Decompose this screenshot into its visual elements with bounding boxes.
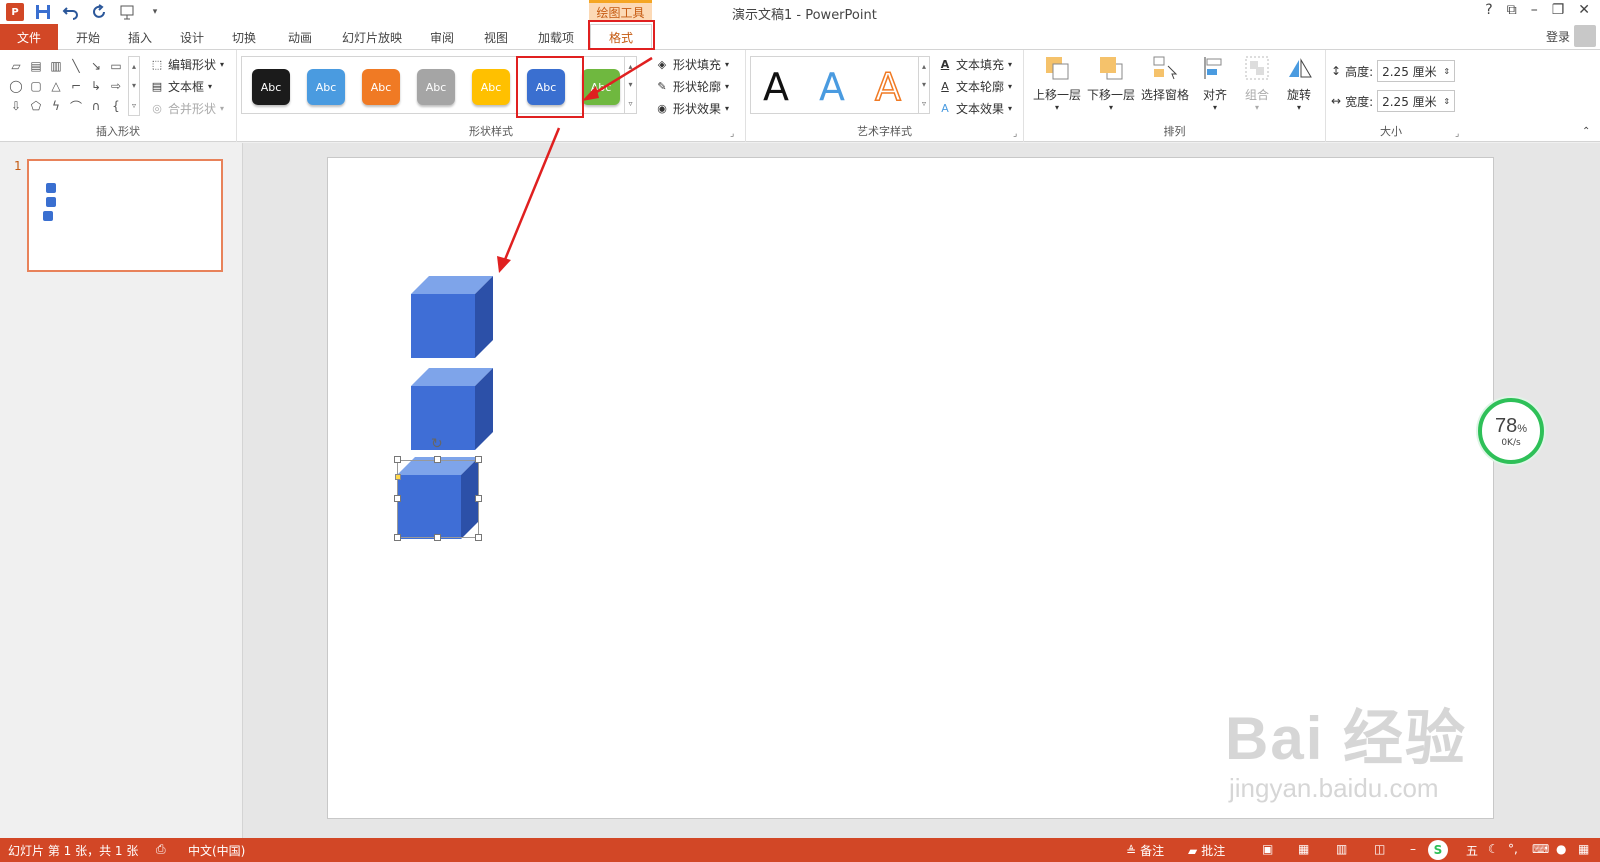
- user-icon[interactable]: ●: [1556, 842, 1566, 856]
- notes-button[interactable]: ≜ 备注: [1126, 842, 1164, 859]
- notes-icon: ≜: [1126, 843, 1137, 858]
- slideshow-view-icon[interactable]: ◫: [1374, 842, 1385, 856]
- net-percent: 78: [1494, 414, 1518, 437]
- language-indicator[interactable]: 中文(中国): [188, 842, 245, 859]
- network-speed-widget[interactable]: 78% 0K/s: [1478, 398, 1544, 464]
- comments-button[interactable]: ▰ 批注: [1188, 842, 1225, 859]
- powerpoint-window: P ▾ 绘图工具 演示文稿1 - PowerPoint ? ⧉ – ❐ ✕ 文件…: [0, 0, 1600, 862]
- status-bar: 幻灯片 第 1 张，共 1 张 ⎙ 中文(中国) ≜ 备注 ▰ 批注 ▣ ▦ ▥ ◫…: [0, 838, 1600, 862]
- net-speed: 0K/s: [1501, 437, 1521, 448]
- ime-logo-icon[interactable]: S: [1428, 840, 1448, 860]
- reading-view-icon[interactable]: ▥: [1336, 842, 1347, 856]
- grid-menu-icon[interactable]: ▦: [1578, 842, 1589, 856]
- punctuation-icon[interactable]: °,: [1508, 842, 1518, 856]
- arrow-to-style: [589, 56, 653, 98]
- keyboard-icon[interactable]: ⌨: [1532, 842, 1549, 856]
- arrow-to-cube: [502, 127, 561, 263]
- watermark-url: jingyan.baidu.com: [1229, 773, 1439, 803]
- watermark-brand: Bai 经验: [1225, 705, 1468, 772]
- ime-mode[interactable]: 五: [1466, 842, 1478, 859]
- notes-label: 备注: [1140, 844, 1165, 858]
- zoom-out-icon[interactable]: –: [1410, 842, 1416, 856]
- comments-label: 批注: [1201, 844, 1226, 858]
- arrowhead-icon: [582, 86, 599, 101]
- normal-view-icon[interactable]: ▣: [1262, 842, 1273, 856]
- arrowhead-icon: [497, 256, 511, 273]
- comment-icon: ▰: [1188, 843, 1198, 858]
- moon-icon[interactable]: ☾: [1488, 842, 1499, 856]
- baidu-watermark: Bai 经验 jingyan.baidu.com: [1225, 690, 1467, 804]
- net-percent-sign: %: [1517, 422, 1528, 435]
- spell-check-icon[interactable]: ⎙: [156, 842, 166, 857]
- slide-sorter-icon[interactable]: ▦: [1298, 842, 1309, 856]
- slide-info: 幻灯片 第 1 张，共 1 张: [8, 844, 139, 858]
